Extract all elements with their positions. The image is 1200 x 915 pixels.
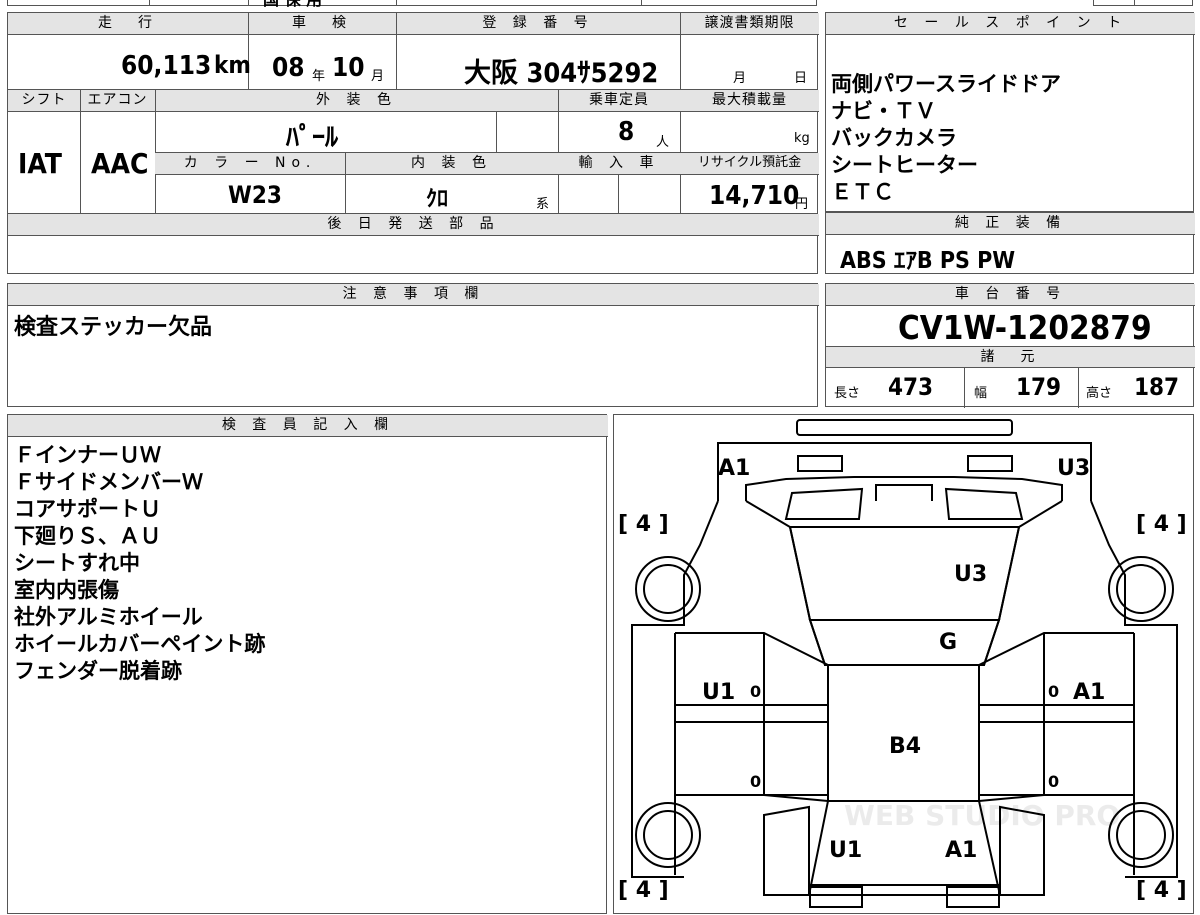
inspector-item: ホイールカバーペイント跡 <box>14 632 266 656</box>
sales-points-header: セ ー ル ス ポ イ ン ト <box>826 13 1195 35</box>
mark-rear-right: A1 <box>945 838 977 863</box>
notes-box: 注 意 事 項 欄 検査ステッカー欠品 <box>7 283 819 407</box>
top-strip: 国 保 用 <box>7 0 817 9</box>
shift-header: シフト <box>8 90 80 112</box>
inspector-item: 社外アルミホイール <box>14 605 203 629</box>
car-diagram: A1 U3 U3 G U1 A1 B4 U1 A1 [ 4 ] [ 4 ] [ … <box>618 419 1187 908</box>
top-strip-text: 国 保 用 <box>263 0 322 10</box>
shift-value: IAT <box>18 147 62 180</box>
mileage-header: 走 行 <box>8 13 248 35</box>
mark-rear-left: U1 <box>829 838 862 863</box>
sales-point-item: バックカメラ <box>831 126 957 150</box>
inspection-month: 10 <box>332 53 365 83</box>
capacity-header: 乗車定員 <box>558 90 680 112</box>
exterior-color-header: 外 装 色 <box>155 90 558 112</box>
registration-header: 登 録 番 号 <box>396 13 680 35</box>
recycle-header: リサイクル預託金 <box>680 153 819 175</box>
spec-length: 473 <box>888 373 934 401</box>
interior-color-value: ｸﾛ <box>426 187 449 212</box>
mileage-unit: km <box>214 51 251 79</box>
mark-left-door: U1 <box>702 680 735 705</box>
sales-points-list: 両側パワースライドドア ナビ・ＴＶ バックカメラ シートヒーター ＥＴＣ <box>831 71 1061 206</box>
mark-windshield: U3 <box>954 562 987 587</box>
transfer-deadline-header: 譲渡書類期限 <box>680 13 819 35</box>
mark-front-right: U3 <box>1057 456 1090 481</box>
aircon-value: AAC <box>91 147 149 180</box>
tire-mark-front-right: [ 4 ] <box>1136 512 1187 537</box>
recycle-value: 14,710 <box>709 181 800 211</box>
spec-height-label: 高さ <box>1086 386 1113 401</box>
sales-point-item: ナビ・ＴＶ <box>831 99 936 123</box>
inspector-item: 室内内張傷 <box>14 578 119 602</box>
inspector-header: 検 査 員 記 入 欄 <box>8 415 608 437</box>
inspection-month-unit: 月 <box>371 69 385 84</box>
sales-points-box: セ ー ル ス ポ イ ン ト 両側パワースライドドア ナビ・ＴＶ バックカメラ… <box>825 12 1195 212</box>
inspection-header: 車 検 <box>248 13 396 35</box>
zero-mark: 0 <box>1048 682 1059 701</box>
chassis-box: 車 台 番 号 CV1W-1202879 諸 元 長さ 473 幅 179 高さ… <box>825 283 1195 408</box>
sales-point-item: シートヒーター <box>831 153 978 177</box>
mark-front-left: A1 <box>718 456 750 481</box>
inspector-item: コアサポートＵ <box>14 497 161 521</box>
exterior-color-value: ﾊﾟｰﾙ <box>286 123 339 153</box>
sales-point-item: 両側パワースライドドア <box>831 72 1061 96</box>
zero-mark: 0 <box>750 772 761 791</box>
vehicle-info-table: 走 行 車 検 登 録 番 号 譲渡書類期限 60,113 km 08 年 10… <box>7 12 819 274</box>
color-no-header: カ ラ ー No. <box>155 153 345 175</box>
chassis-number: CV1W-1202879 <box>898 308 1152 347</box>
inspection-year-unit: 年 <box>312 69 326 84</box>
zero-mark: 0 <box>1048 772 1059 791</box>
zero-mark: 0 <box>750 682 761 701</box>
mileage-value: 60,113 <box>121 51 212 81</box>
color-no-value: W23 <box>228 181 282 209</box>
max-load-header: 最大積載量 <box>680 90 819 112</box>
sales-point-item: ＥＴＣ <box>831 180 894 204</box>
interior-color-header: 内 装 色 <box>345 153 558 175</box>
inspector-item: 下廻りＳ、ＡＵ <box>14 524 161 548</box>
spec-length-label: 長さ <box>834 386 861 401</box>
deadline-month-unit: 月 <box>733 71 747 86</box>
mark-roof-front: G <box>939 630 957 655</box>
import-header: 輸 入 車 <box>558 153 680 175</box>
spec-width: 179 <box>1016 373 1062 401</box>
inspector-item: シートすれ中 <box>14 551 140 575</box>
inspection-year: 08 <box>272 53 305 83</box>
max-load-unit: kg <box>794 131 810 146</box>
tire-mark-front-left: [ 4 ] <box>618 512 669 537</box>
notes-text: 検査ステッカー欠品 <box>14 315 213 340</box>
mark-right-door: A1 <box>1073 680 1105 705</box>
specs-header: 諸 元 <box>826 346 1195 368</box>
chassis-header: 車 台 番 号 <box>826 284 1195 306</box>
deadline-day-unit: 日 <box>794 71 808 86</box>
mark-roof: B4 <box>889 734 921 759</box>
inspector-item: ＦサイドメンバーＷ <box>14 470 203 494</box>
tire-mark-rear-left: [ 4 ] <box>618 878 669 903</box>
notes-header: 注 意 事 項 欄 <box>8 284 819 306</box>
car-diagram-box: A1 U3 U3 G U1 A1 B4 U1 A1 [ 4 ] [ 4 ] [ … <box>613 414 1194 914</box>
equipment-value: ABS ｴｱB PS PW <box>840 248 1016 274</box>
top-strip-right <box>1093 0 1193 6</box>
capacity-unit: 人 <box>656 135 670 150</box>
inspector-item: ＦインナーＵＷ <box>14 443 161 467</box>
later-parts-header: 後 日 発 送 部 品 <box>8 214 819 236</box>
spec-height: 187 <box>1134 373 1180 401</box>
capacity-value: 8 <box>618 117 635 147</box>
recycle-unit: 円 <box>795 197 809 212</box>
inspector-box: 検 査 員 記 入 欄 ＦインナーＵＷ ＦサイドメンバーＷ コアサポートＵ 下廻… <box>7 414 608 914</box>
equipment-header: 純 正 装 備 <box>826 213 1195 235</box>
inspector-item: フェンダー脱着跡 <box>14 659 182 683</box>
registration-number: 大阪 304ｻ5292 <box>464 58 659 89</box>
watermark: WEB STUDIO PRO <box>844 799 1120 832</box>
spec-width-label: 幅 <box>974 386 988 401</box>
inspector-list: ＦインナーＵＷ ＦサイドメンバーＷ コアサポートＵ 下廻りＳ、ＡＵ シートすれ中… <box>14 442 265 685</box>
equipment-box: 純 正 装 備 ABS ｴｱB PS PW <box>825 212 1195 274</box>
tire-mark-rear-right: [ 4 ] <box>1136 878 1187 903</box>
aircon-header: エアコン <box>80 90 155 112</box>
interior-color-suffix: 系 <box>536 197 550 212</box>
